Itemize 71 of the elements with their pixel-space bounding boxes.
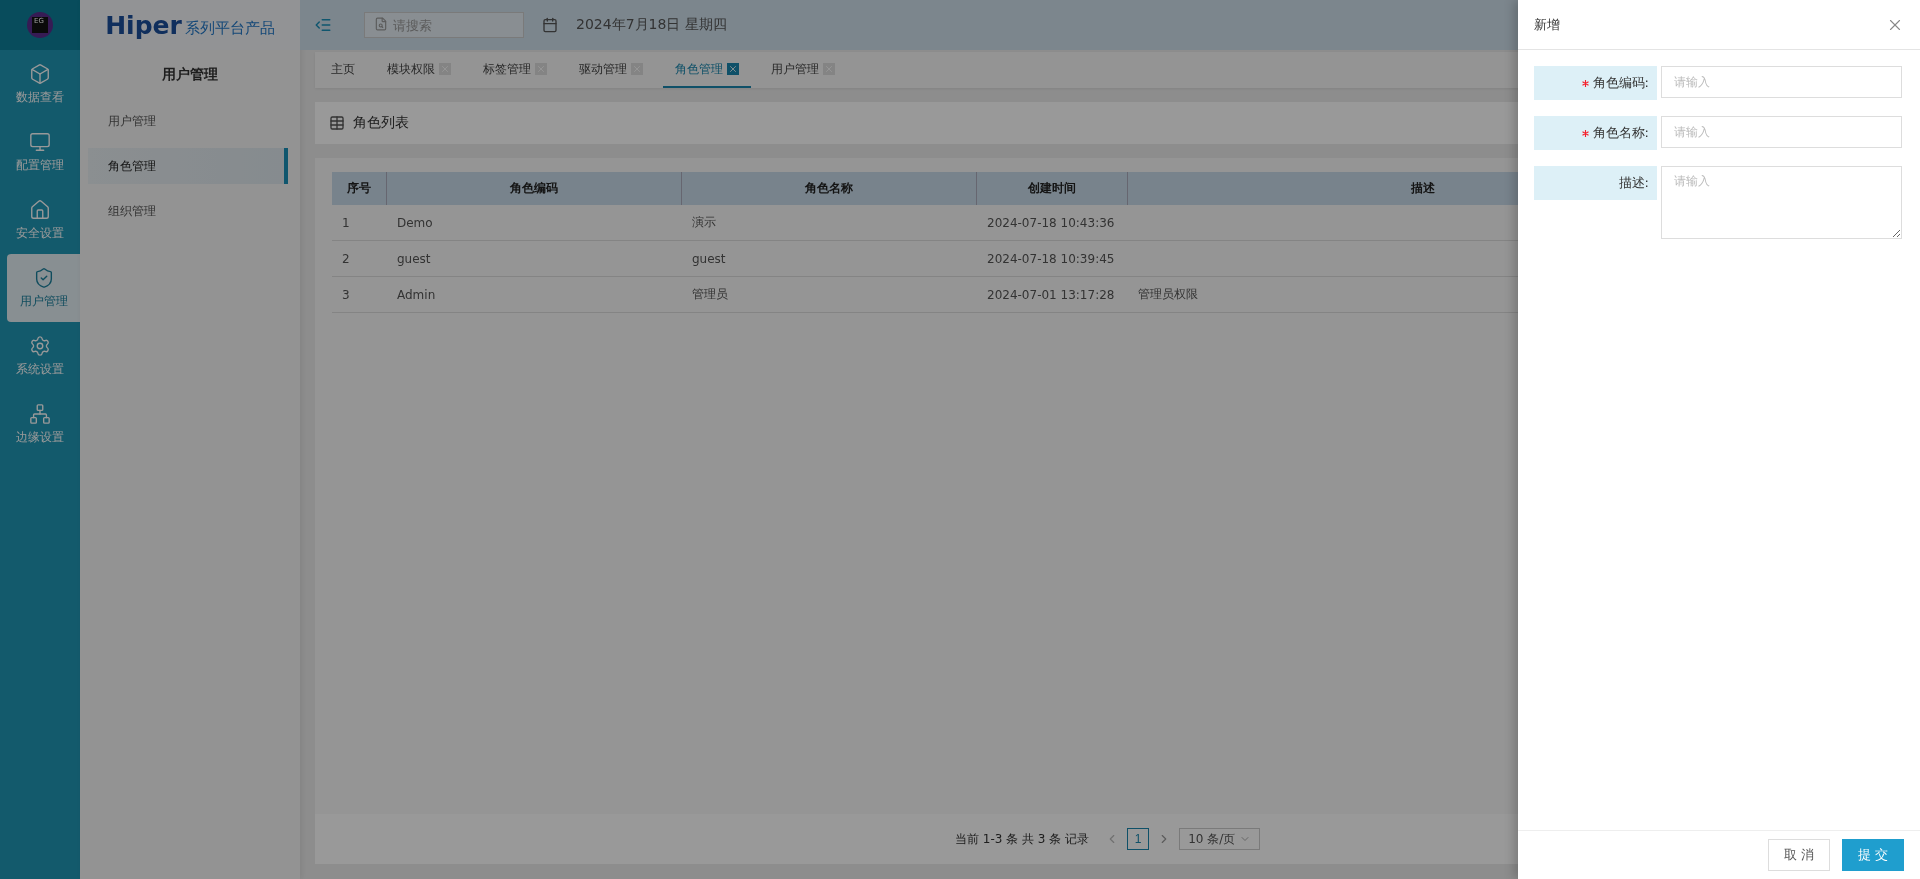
- column-header: 角色名称: [682, 172, 977, 205]
- input-field[interactable]: 请输入: [1661, 66, 1902, 98]
- sidebar-item[interactable]: 组织管理: [88, 193, 288, 229]
- close-icon[interactable]: [727, 63, 739, 75]
- sidebar-item[interactable]: 角色管理: [88, 148, 288, 184]
- table-cell: 3: [342, 287, 350, 302]
- input-field[interactable]: 请输入: [1661, 166, 1902, 239]
- table-cell: 管理员: [692, 286, 728, 303]
- column-header: 创建时间: [977, 172, 1128, 205]
- tab-label: 驱动管理: [579, 60, 627, 78]
- date-text: 2024年7月18日 星期四: [576, 16, 727, 34]
- page-number[interactable]: 1: [1127, 828, 1150, 850]
- logo-text: Hiper: [105, 10, 182, 40]
- tab-label: 角色管理: [675, 60, 723, 78]
- house-icon: [29, 198, 51, 221]
- tab-label: 主页: [331, 60, 355, 78]
- monitor-icon: [29, 130, 51, 153]
- drawer-title: 新增: [1534, 15, 1560, 34]
- rail-label: 配置管理: [16, 156, 64, 174]
- column-header: 角色编码: [387, 172, 682, 205]
- search-icon: [374, 17, 388, 31]
- rail-label: 用户管理: [19, 292, 68, 310]
- rail-label: 边缘设置: [16, 428, 64, 446]
- rail-item[interactable]: 数据查看: [0, 50, 80, 118]
- calendar-icon: [542, 17, 558, 33]
- table-cell: Admin: [397, 287, 436, 302]
- page-tab[interactable]: 角色管理: [663, 52, 751, 88]
- page-tab[interactable]: 主页: [319, 52, 367, 88]
- table-cell: 2: [342, 251, 350, 266]
- table-cell: guest: [397, 251, 431, 266]
- column-header: 序号: [332, 172, 387, 205]
- sidebar-item[interactable]: 用户管理: [88, 103, 288, 139]
- cube-icon: [29, 62, 51, 85]
- page-tab[interactable]: 标签管理: [471, 52, 559, 88]
- logo-tagline: 系列平台产品: [184, 18, 275, 38]
- table-cell: 1: [342, 215, 350, 230]
- rail-label: 安全设置: [16, 224, 64, 242]
- field-label: 角色编码:: [1534, 66, 1657, 100]
- page-size-select[interactable]: 10 条/页: [1179, 828, 1261, 850]
- table-cell: 演示: [692, 214, 716, 231]
- rail-label: 系统设置: [16, 360, 64, 378]
- table-cell: 2024-07-01 13:17:28: [987, 287, 1115, 302]
- page-tab[interactable]: 用户管理: [759, 52, 847, 88]
- network-icon: [29, 402, 51, 425]
- input-field[interactable]: 请输入: [1661, 116, 1902, 148]
- cancel-button[interactable]: 取 消: [1767, 839, 1830, 871]
- table-cell: guest: [692, 251, 726, 266]
- menu-collapse-icon[interactable]: [314, 16, 332, 34]
- tab-label: 用户管理: [771, 60, 819, 78]
- rail-label: 数据查看: [16, 88, 64, 106]
- field-label: 描述:: [1534, 166, 1657, 200]
- settings-icon: [29, 334, 51, 357]
- sidebar-title: 用户管理: [161, 65, 219, 84]
- rail-item[interactable]: 配置管理: [0, 118, 80, 186]
- rail-item[interactable]: 系统设置: [0, 322, 80, 390]
- rail-item[interactable]: 用户管理: [7, 254, 80, 322]
- tab-label: 模块权限: [387, 60, 435, 78]
- page-tab[interactable]: 驱动管理: [567, 52, 655, 88]
- table-cell: Demo: [397, 215, 433, 230]
- table-cell: 管理员权限: [1138, 286, 1198, 303]
- field-label: 角色名称:: [1534, 116, 1657, 150]
- rail-item[interactable]: 安全设置: [0, 186, 80, 254]
- table-cell: 2024-07-18 10:43:36: [987, 215, 1115, 230]
- pagination-summary: 当前 1-3 条 共 3 条 记录: [955, 830, 1090, 848]
- page-tab[interactable]: 模块权限: [375, 52, 463, 88]
- tab-label: 标签管理: [483, 60, 531, 78]
- list-title: 角色列表: [353, 114, 409, 132]
- table-icon: [329, 115, 345, 131]
- table-cell: 2024-07-18 10:39:45: [987, 251, 1115, 266]
- submit-button[interactable]: 提 交: [1841, 839, 1904, 871]
- rail-item[interactable]: 边缘设置: [0, 390, 80, 458]
